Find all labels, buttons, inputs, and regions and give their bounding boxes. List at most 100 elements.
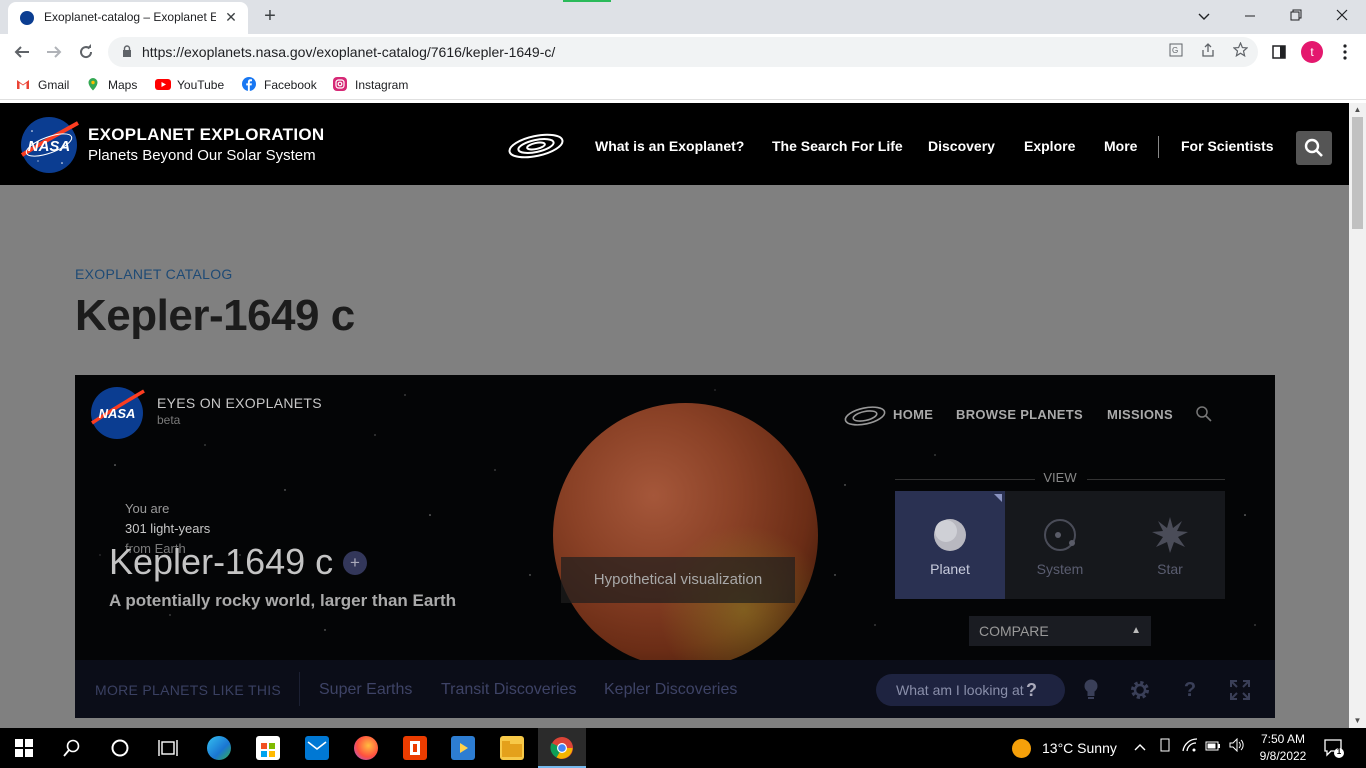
battery-icon[interactable] xyxy=(1203,738,1223,754)
bookmark-youtube[interactable]: YouTube xyxy=(155,76,224,94)
search-icon[interactable] xyxy=(60,736,84,760)
chrome-taskbar-button[interactable] xyxy=(538,728,586,768)
bookmark-facebook[interactable]: Facebook xyxy=(242,76,317,94)
breadcrumb[interactable]: EXOPLANET CATALOG xyxy=(75,266,233,282)
device-icon[interactable] xyxy=(1155,738,1175,755)
side-panel-icon[interactable] xyxy=(1266,39,1292,65)
lightbulb-icon[interactable] xyxy=(1078,677,1104,703)
nav-for-scientists[interactable]: For Scientists xyxy=(1181,138,1274,154)
bookmark-maps[interactable]: Maps xyxy=(86,76,137,94)
firefox-icon[interactable] xyxy=(354,736,378,760)
mail-icon[interactable] xyxy=(305,736,329,760)
nasa-logo-icon[interactable]: NASA xyxy=(18,115,80,175)
page-scrollbar[interactable]: ▲ ▼ xyxy=(1349,103,1366,728)
minimize-button[interactable] xyxy=(1228,2,1272,30)
bookmark-gmail[interactable]: Gmail xyxy=(16,76,69,94)
site-header: NASA EXOPLANET EXPLORATION Planets Beyon… xyxy=(0,103,1349,185)
weather-text[interactable]: 13°C Sunny xyxy=(1042,740,1117,756)
bookmark-star-icon[interactable] xyxy=(1230,41,1250,62)
notifications-icon[interactable]: 1 xyxy=(1324,738,1344,758)
scroll-thumb[interactable] xyxy=(1352,117,1363,229)
office-icon[interactable] xyxy=(403,736,427,760)
forward-arrow-icon[interactable] xyxy=(41,39,67,65)
fullscreen-icon[interactable] xyxy=(1227,677,1253,703)
add-planet-button[interactable]: + xyxy=(343,551,367,575)
edge-icon[interactable] xyxy=(207,736,231,760)
view-planet-button[interactable]: Planet xyxy=(895,491,1005,599)
category-transit-discoveries[interactable]: Transit Discoveries xyxy=(441,681,576,699)
clock-date[interactable]: 9/8/2022 xyxy=(1254,749,1312,763)
back-arrow-icon[interactable] xyxy=(9,39,35,65)
bookmark-instagram[interactable]: Instagram xyxy=(333,76,408,94)
scroll-down-icon[interactable]: ▼ xyxy=(1349,714,1366,728)
tab-close-icon[interactable]: ✕ xyxy=(222,8,240,26)
browser-tab-active[interactable]: Exoplanet-catalog – Exoplanet Ex ✕ xyxy=(8,2,248,34)
cortana-icon[interactable] xyxy=(108,736,132,760)
weather-sun-icon[interactable] xyxy=(1012,739,1031,758)
wifi-icon[interactable] xyxy=(1180,738,1200,755)
browser-tabstrip: Exoplanet-catalog – Exoplanet Ex ✕ + xyxy=(0,0,1366,34)
nav-more[interactable]: More xyxy=(1104,138,1137,154)
nasa-logo-icon[interactable]: NASA xyxy=(89,385,145,441)
site-search-button[interactable] xyxy=(1296,131,1332,165)
category-super-earths[interactable]: Super Earths xyxy=(319,681,412,699)
restore-button[interactable] xyxy=(1274,2,1318,30)
clock-time[interactable]: 7:50 AM xyxy=(1254,732,1312,746)
bottom-divider xyxy=(299,672,300,706)
close-window-button[interactable] xyxy=(1320,2,1364,30)
question-mark-icon: ? xyxy=(1026,680,1037,700)
nav-what-is-exoplanet[interactable]: What is an Exoplanet? xyxy=(595,138,744,154)
category-kepler-discoveries[interactable]: Kepler Discoveries xyxy=(604,681,737,699)
compare-dropdown[interactable]: COMPARE ▲ xyxy=(969,616,1151,646)
url-text: https://exoplanets.nasa.gov/exoplanet-ca… xyxy=(142,44,556,60)
tab-search-chevron-icon[interactable] xyxy=(1182,2,1226,30)
more-planets-label: MORE PLANETS LIKE THIS xyxy=(95,682,282,698)
media-player-icon[interactable] xyxy=(451,736,475,760)
galaxy-icon[interactable] xyxy=(506,131,566,161)
search-icon xyxy=(1304,138,1323,157)
view-system-button[interactable]: System xyxy=(1005,491,1115,599)
nav-discovery[interactable]: Discovery xyxy=(928,138,995,154)
windows-start-icon[interactable] xyxy=(12,736,36,760)
nav-explore[interactable]: Explore xyxy=(1024,138,1075,154)
eyes-on-exoplanets-embed[interactable]: NASA EYES ON EXOPLANETS beta HOME BROWSE… xyxy=(75,375,1275,718)
search-icon[interactable] xyxy=(1195,405,1213,423)
menu-kebab-icon[interactable] xyxy=(1332,39,1358,65)
what-am-i-looking-at-button[interactable]: What am I looking at ? xyxy=(876,674,1065,706)
chrome-icon xyxy=(550,737,573,759)
view-label-star: Star xyxy=(1157,561,1183,577)
tray-chevron-icon[interactable] xyxy=(1130,738,1150,754)
nav-divider xyxy=(1158,136,1159,158)
eoe-nav-missions[interactable]: MISSIONS xyxy=(1107,407,1173,422)
store-icon[interactable] xyxy=(256,736,280,760)
maps-icon xyxy=(86,77,100,91)
instagram-icon xyxy=(333,77,347,91)
embed-bottom-bar: MORE PLANETS LIKE THIS Super Earths Tran… xyxy=(75,660,1275,718)
distance-prefix: You are xyxy=(125,501,170,516)
task-view-icon[interactable] xyxy=(156,736,180,760)
volume-icon[interactable] xyxy=(1227,737,1247,755)
updown-arrow-icon: ▲ xyxy=(1131,625,1141,636)
view-star-button[interactable]: Star xyxy=(1115,491,1225,599)
site-title[interactable]: EXOPLANET EXPLORATION xyxy=(88,125,324,145)
view-label-planet: Planet xyxy=(930,561,970,577)
eoe-nav-browse-planets[interactable]: BROWSE PLANETS xyxy=(956,407,1083,422)
nav-search-for-life[interactable]: The Search For Life xyxy=(772,138,903,154)
view-label: VIEW xyxy=(1043,470,1077,485)
address-bar[interactable]: https://exoplanets.nasa.gov/exoplanet-ca… xyxy=(108,37,1258,67)
eoe-nav-home[interactable]: HOME xyxy=(893,407,933,422)
galaxy-icon[interactable] xyxy=(843,405,887,427)
system-orbit-icon xyxy=(1044,519,1076,551)
settings-gear-icon[interactable] xyxy=(1127,677,1153,703)
profile-avatar[interactable]: t xyxy=(1301,41,1323,63)
hypothetical-visualization-label: Hypothetical visualization xyxy=(561,557,795,603)
translate-icon[interactable]: G xyxy=(1166,42,1186,62)
file-explorer-icon[interactable] xyxy=(500,736,524,760)
reload-icon[interactable] xyxy=(73,39,99,65)
scroll-up-icon[interactable]: ▲ xyxy=(1349,103,1366,117)
planet-description: A potentially rocky world, larger than E… xyxy=(109,591,456,610)
bookmark-label: Maps xyxy=(108,78,138,92)
share-icon[interactable] xyxy=(1198,42,1218,62)
help-icon[interactable]: ? xyxy=(1177,677,1203,703)
new-tab-button[interactable]: + xyxy=(258,5,282,29)
